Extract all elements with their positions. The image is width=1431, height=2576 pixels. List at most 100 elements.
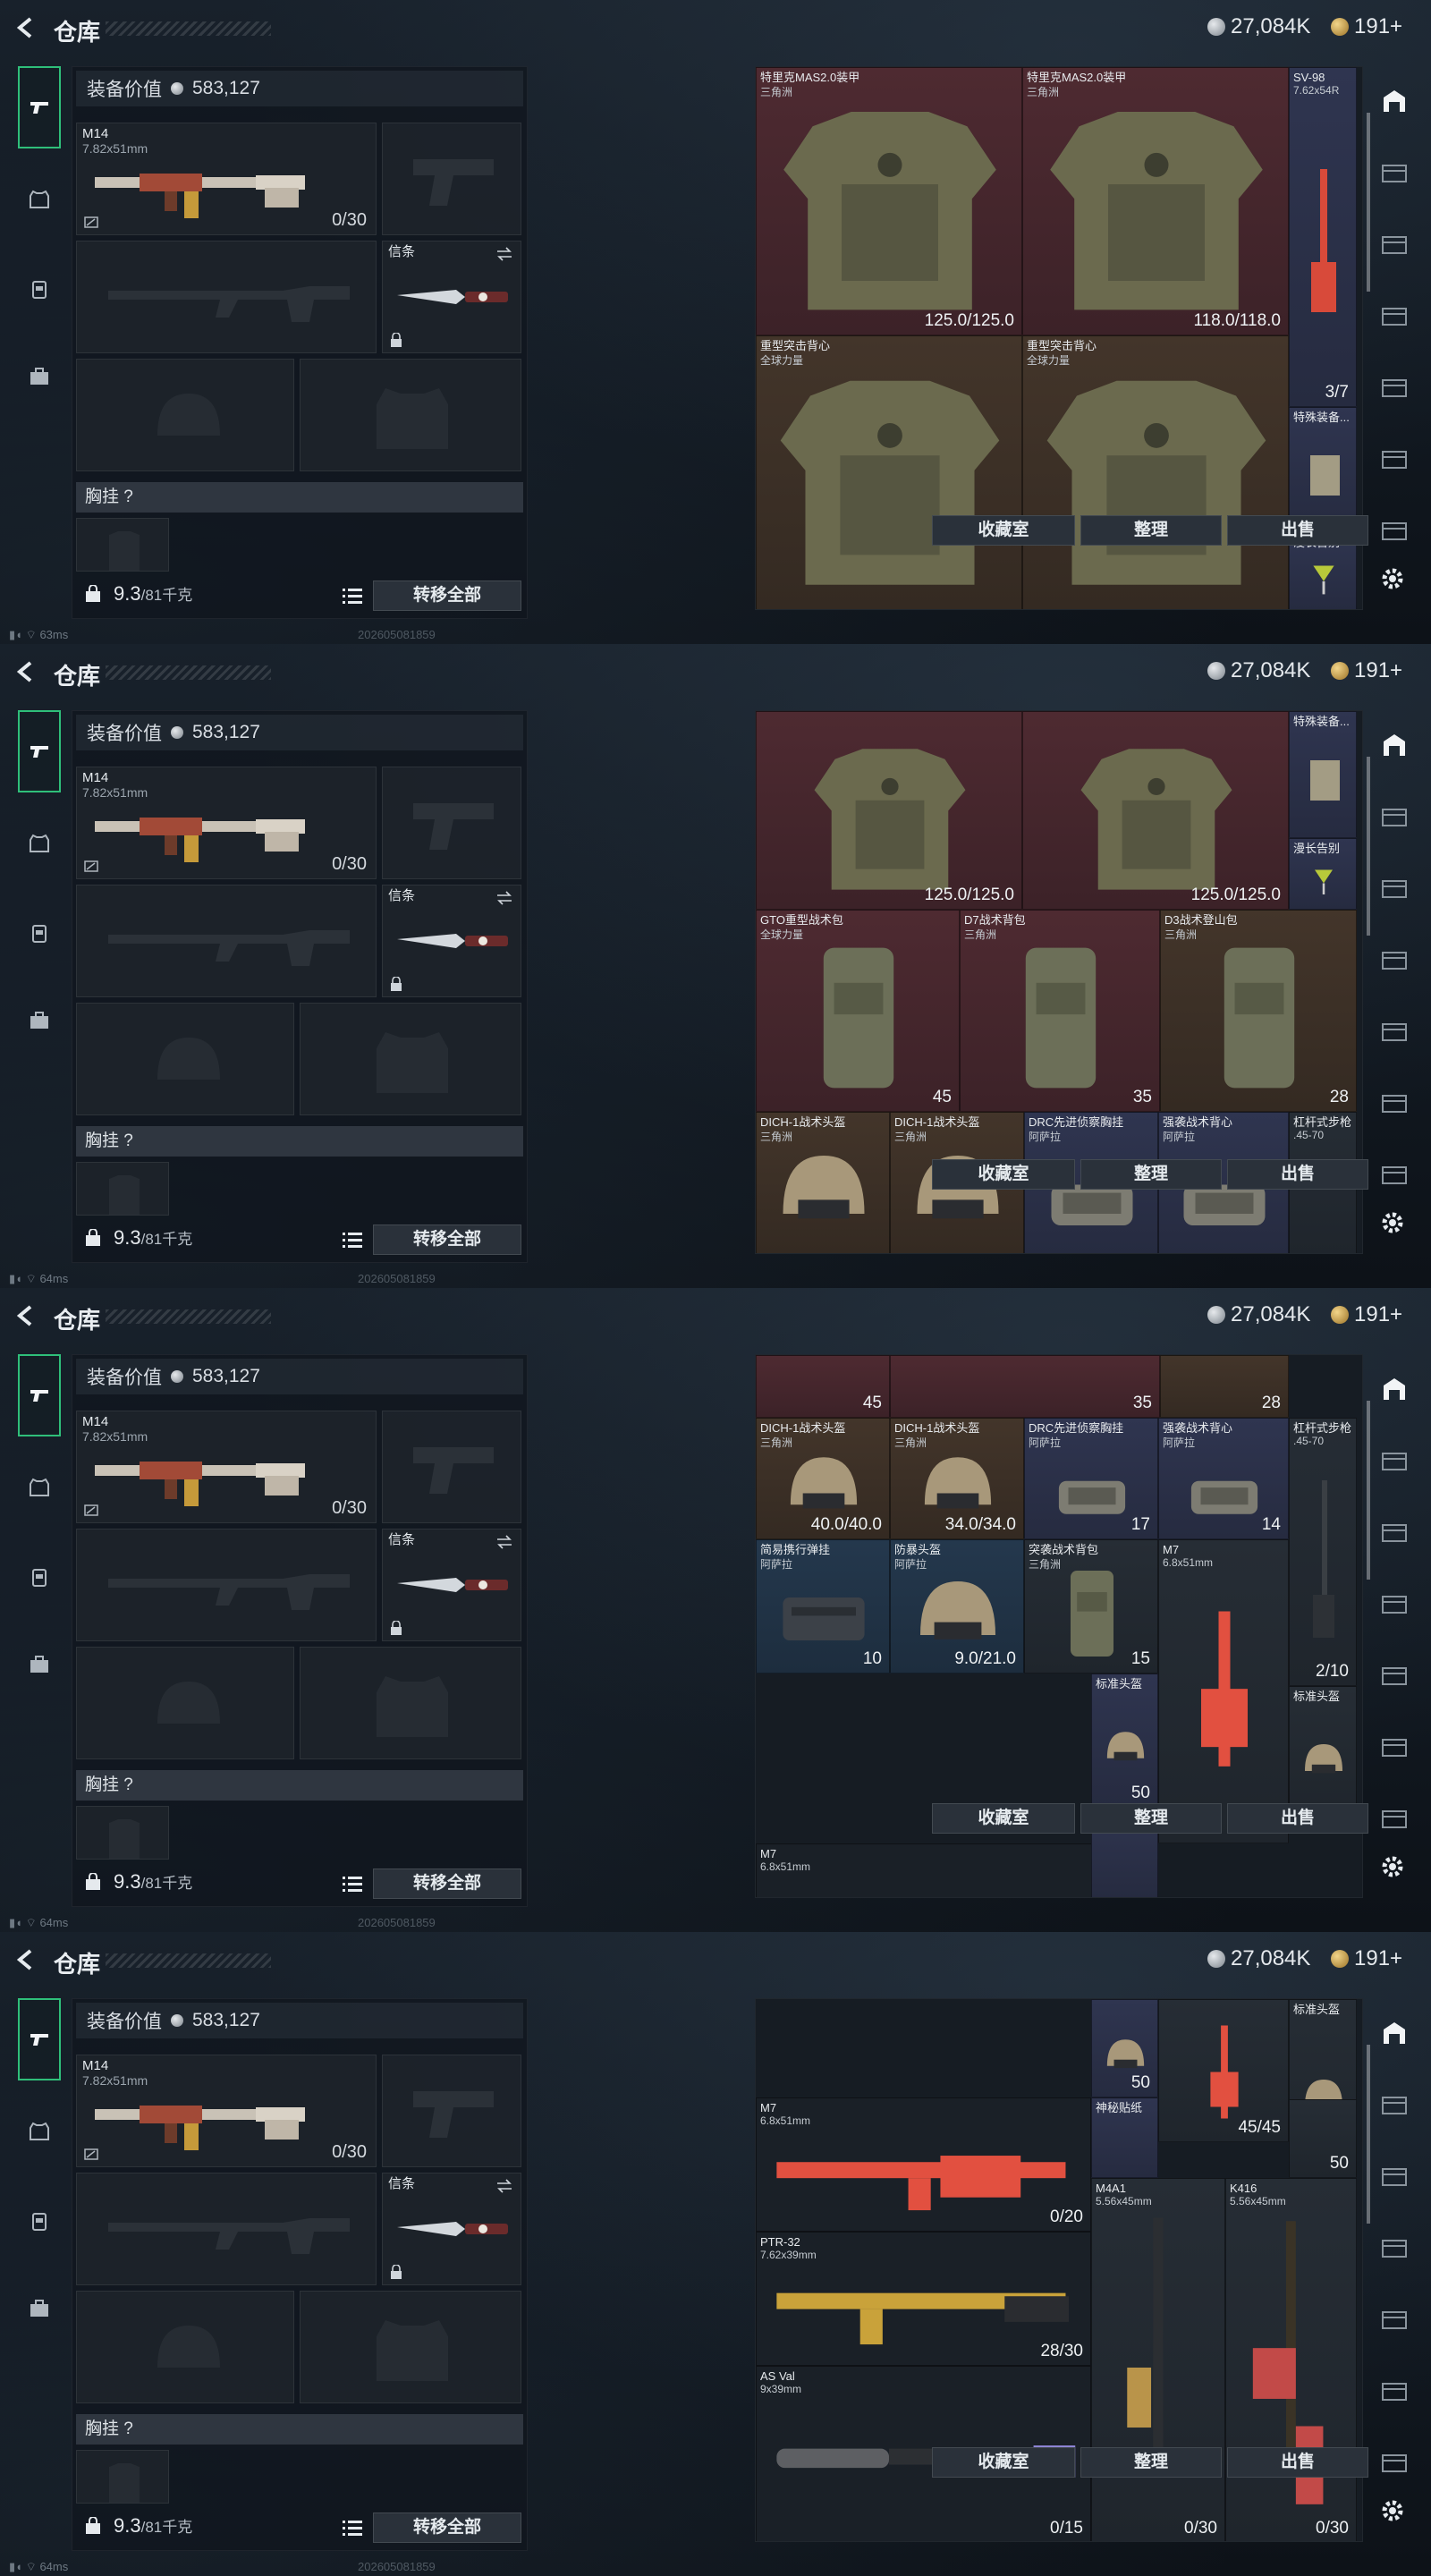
stash-item[interactable]: 简易携行弹挂 阿萨拉 10	[756, 1539, 890, 1674]
stash-item[interactable]: 特殊装备...	[1289, 407, 1357, 532]
gear-icon[interactable]	[1379, 2497, 1406, 2524]
tab-backpack[interactable]	[18, 1556, 61, 1597]
armor-slot[interactable]	[300, 1003, 521, 1115]
stash-item[interactable]: DICH-1战术头盔 三角洲 40.0/40.0	[756, 1418, 890, 1539]
tab-backpack[interactable]	[18, 912, 61, 953]
tab-armor[interactable]	[18, 2111, 61, 2152]
tab-case[interactable]	[18, 2288, 61, 2329]
stash-item[interactable]: 35	[890, 1355, 1160, 1418]
silver-balance[interactable]: 27,084K	[1207, 1946, 1310, 1971]
vault-icon[interactable]	[1377, 84, 1411, 116]
sell-button[interactable]: 出售	[1227, 1803, 1368, 1834]
pistol-slot[interactable]	[382, 767, 521, 879]
tab-armor[interactable]	[18, 1467, 61, 1508]
box-icon[interactable]	[1377, 156, 1411, 188]
back-arrow-icon[interactable]	[14, 660, 38, 683]
stash-item[interactable]: 45/45	[1158, 1999, 1289, 2142]
sell-button[interactable]: 出售	[1227, 515, 1368, 546]
gear-icon[interactable]	[1379, 565, 1406, 592]
chest-rig-label[interactable]: 胸挂 ?	[76, 2414, 523, 2445]
box-icon[interactable]	[1377, 2302, 1411, 2334]
vault-icon[interactable]	[1377, 728, 1411, 760]
stash-item[interactable]: M4A1 5.56x45mm 0/30	[1091, 2178, 1225, 2541]
tab-backpack[interactable]	[18, 2200, 61, 2241]
stash-item[interactable]: 28	[1160, 1355, 1289, 1418]
tab-armor[interactable]	[18, 823, 61, 864]
stash-item[interactable]: 漫长告别	[1289, 838, 1357, 910]
swap-icon[interactable]	[495, 247, 513, 261]
chest-rig-label[interactable]: 胸挂 ?	[76, 482, 523, 513]
transfer-all-button[interactable]: 转移全部	[373, 1224, 521, 1255]
stash-item[interactable]: DICH-1战术头盔 三角洲 34.0/34.0	[890, 1418, 1024, 1539]
armor-slot[interactable]	[300, 359, 521, 471]
stash-item[interactable]: 特殊装备...	[1289, 711, 1357, 838]
box-icon[interactable]	[1377, 1587, 1411, 1619]
silver-balance[interactable]: 27,084K	[1207, 1302, 1310, 1327]
tab-weapons[interactable]	[18, 710, 61, 792]
box-icon[interactable]	[1377, 943, 1411, 975]
chest-rig-label[interactable]: 胸挂 ?	[76, 1770, 523, 1801]
primary-weapon-slot[interactable]: M14 7.82x51mm 0/30	[76, 1411, 377, 1523]
box-icon[interactable]	[1377, 2445, 1411, 2478]
box-icon[interactable]	[1377, 800, 1411, 832]
helmet-slot[interactable]	[76, 359, 294, 471]
box-icon[interactable]	[1377, 1515, 1411, 1547]
transfer-all-button[interactable]: 转移全部	[373, 2512, 521, 2543]
collection-room-button[interactable]: 收藏室	[932, 1803, 1075, 1834]
secondary-weapon-slot[interactable]	[76, 241, 377, 353]
swap-icon[interactable]	[495, 891, 513, 905]
collection-room-button[interactable]: 收藏室	[932, 1159, 1075, 1190]
stash-item[interactable]: 杠杆式步枪 .45-70 2/10	[1289, 1418, 1357, 1686]
stash-scrollbar[interactable]	[1367, 757, 1370, 936]
melee-slot[interactable]: 信条	[382, 1529, 521, 1641]
gold-balance[interactable]: 191+	[1331, 1946, 1402, 1971]
primary-weapon-slot[interactable]: M14 7.82x51mm 0/30	[76, 767, 377, 879]
tab-weapons[interactable]	[18, 1998, 61, 2080]
helmet-slot[interactable]	[76, 1003, 294, 1115]
stash-item[interactable]: GTO重型战术包 全球力量 45	[756, 910, 960, 1112]
silver-balance[interactable]: 27,084K	[1207, 14, 1310, 39]
gear-icon[interactable]	[1379, 1853, 1406, 1880]
tab-case[interactable]	[18, 1000, 61, 1041]
sort-button[interactable]: 整理	[1080, 515, 1222, 546]
box-icon[interactable]	[1377, 513, 1411, 546]
armor-slot[interactable]	[300, 2291, 521, 2403]
stash-item[interactable]: SV-98 7.62x54R 3/7	[1289, 67, 1357, 407]
list-icon[interactable]	[341, 1230, 364, 1250]
stash-item[interactable]: M7 6.8x51mm	[1158, 1539, 1289, 1843]
transfer-all-button[interactable]: 转移全部	[373, 1868, 521, 1899]
back-arrow-icon[interactable]	[14, 16, 38, 39]
box-icon[interactable]	[1377, 1730, 1411, 1762]
back-arrow-icon[interactable]	[14, 1304, 38, 1327]
pistol-slot[interactable]	[382, 1411, 521, 1523]
collection-room-button[interactable]: 收藏室	[932, 2447, 1075, 2478]
list-icon[interactable]	[341, 586, 364, 606]
tab-case[interactable]	[18, 1644, 61, 1685]
stash-item[interactable]: DICH-1战术头盔 三角洲	[756, 1112, 890, 1253]
box-icon[interactable]	[1377, 2231, 1411, 2263]
gear-icon[interactable]	[1379, 1209, 1406, 1236]
primary-weapon-slot[interactable]: M14 7.82x51mm 0/30	[76, 123, 377, 235]
box-icon[interactable]	[1377, 2088, 1411, 2120]
box-icon[interactable]	[1377, 1014, 1411, 1046]
stash-scrollbar[interactable]	[1367, 1401, 1370, 1580]
helmet-slot[interactable]	[76, 2291, 294, 2403]
transfer-all-button[interactable]: 转移全部	[373, 580, 521, 611]
sort-button[interactable]: 整理	[1080, 1803, 1222, 1834]
tab-armor[interactable]	[18, 179, 61, 220]
stash-item[interactable]: 神秘贴纸	[1091, 2097, 1158, 2178]
silver-balance[interactable]: 27,084K	[1207, 658, 1310, 683]
box-icon[interactable]	[1377, 1157, 1411, 1190]
gold-balance[interactable]: 191+	[1331, 1302, 1402, 1327]
box-icon[interactable]	[1377, 370, 1411, 402]
secondary-weapon-slot[interactable]	[76, 1529, 377, 1641]
stash-item[interactable]: 特里克MAS2.0装甲 三角洲 125.0/125.0	[756, 67, 1022, 335]
armor-slot[interactable]	[300, 1647, 521, 1759]
stash-item[interactable]: M7 6.8x51mm 0/20	[756, 2097, 1091, 2232]
swap-icon[interactable]	[495, 2179, 513, 2193]
vault-icon[interactable]	[1377, 2016, 1411, 2048]
gold-balance[interactable]: 191+	[1331, 658, 1402, 683]
box-icon[interactable]	[1377, 227, 1411, 259]
stash-item[interactable]: 重型突击背心 全球力量	[756, 335, 1022, 609]
box-icon[interactable]	[1377, 1801, 1411, 1834]
